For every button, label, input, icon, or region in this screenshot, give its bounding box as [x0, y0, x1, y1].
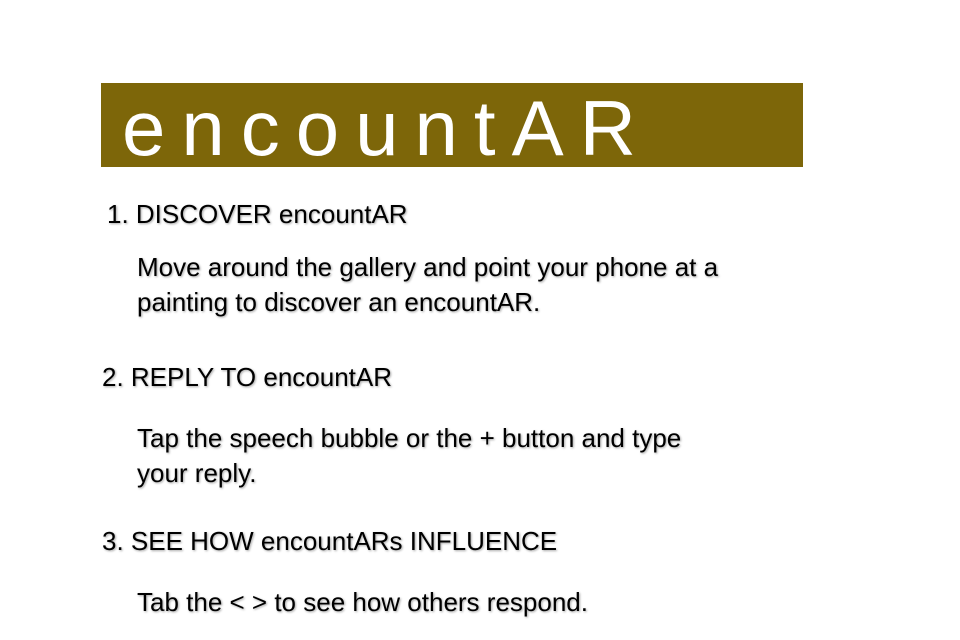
step-1-description-line: Move around the gallery and point your p…	[137, 252, 719, 282]
step-3-description: Tab the < > to see how others respond.	[137, 585, 588, 620]
step-2-description: Tap the speech bubble or the + button an…	[137, 421, 681, 491]
step-1-description-line: painting to discover an encountAR.	[137, 287, 541, 317]
step-2-heading: 2. REPLY TO encountAR	[102, 362, 393, 392]
step-1-description: Move around the gallery and point your p…	[137, 250, 718, 320]
step-2-description-line: your reply.	[137, 458, 257, 488]
app-title: encountAR	[122, 84, 652, 172]
step-3-heading: 3. SEE HOW encountARs INFLUENCE	[102, 526, 558, 556]
step-1-heading: 1. DISCOVER encountAR	[107, 199, 408, 229]
step-2-description-line: Tap the speech bubble or the + button an…	[137, 423, 682, 453]
step-3-description-line: Tab the < > to see how others respond.	[137, 587, 588, 617]
